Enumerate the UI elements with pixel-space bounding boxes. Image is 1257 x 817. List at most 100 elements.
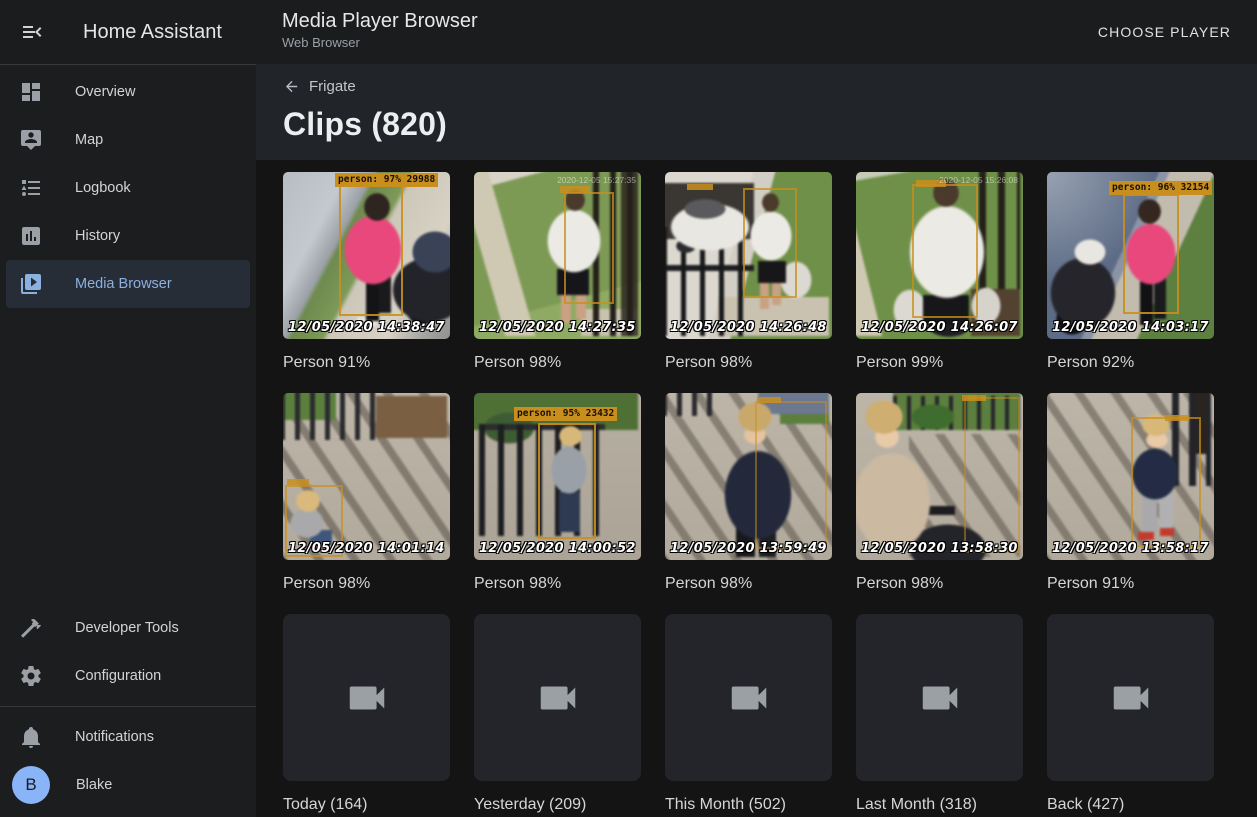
clip-thumbnail[interactable]: person: 97% 29988 12/05/2020 14:38:47 [283,172,450,339]
clip-caption: Person 91% [1047,573,1214,595]
clip-timestamp: 12/05/2020 14:27:35 [479,320,636,336]
page-title: Media Player Browser [282,9,478,34]
sidebar-item-label: Map [75,132,103,148]
sidebar-item-label: Configuration [75,668,161,684]
clip-card[interactable]: person: 97% 29988 12/05/2020 14:38:47 Pe… [283,172,450,374]
tooltip-account-icon [19,128,43,152]
clip-card[interactable]: 12/05/2020 14:26:48 Person 98% [665,172,832,374]
breadcrumb[interactable]: Frigate [283,78,356,95]
sidebar-item-overview[interactable]: Overview [6,68,250,116]
clip-thumbnail[interactable]: 12/05/2020 13:58:17 [1047,393,1214,560]
sidebar-item-label: Media Browser [75,276,172,292]
sidebar-item-notifications[interactable]: Notifications [6,713,250,761]
detection-bbox [1131,417,1201,547]
clip-thumbnail[interactable]: person: 95% 23432 12/05/2020 14:00:52 [474,393,641,560]
media-grid: person: 97% 29988 12/05/2020 14:38:47 Pe… [283,172,1257,816]
clip-thumbnail[interactable]: 12/05/2020 14:01:14 [283,393,450,560]
clip-thumbnail[interactable]: 2020-12-05 15:26:08 12/05/2020 14:26:07 [856,172,1023,339]
list-icon [19,176,43,200]
sidebar-user-profile[interactable]: B Blake [6,761,250,809]
clip-thumbnail[interactable]: 2020-12-05 15:27:35 12/05/2020 14:27:35 [474,172,641,339]
clip-thumbnail[interactable]: 12/05/2020 14:26:48 [665,172,832,339]
sidebar-item-label: Developer Tools [75,620,179,636]
sidebar-divider [0,706,256,707]
clip-thumbnail[interactable]: 12/05/2020 13:58:30 [856,393,1023,560]
clip-caption: Person 98% [474,352,641,374]
page-heading: Clips (820) [283,106,1257,143]
detection-label [1165,415,1189,421]
menu-toggle-icon[interactable] [20,20,44,44]
detection-bbox [755,401,827,549]
detection-label: person: 95% 23432 [514,407,617,421]
detection-label [287,479,309,485]
clip-thumbnail[interactable]: 12/05/2020 13:59:49 [665,393,832,560]
folder-caption: Back (427) [1047,794,1214,816]
folder-thumbnail[interactable] [474,614,641,781]
clip-card[interactable]: 12/05/2020 13:59:49 Person 98% [665,393,832,595]
clip-card[interactable]: 2020-12-05 15:27:35 12/05/2020 14:27:35 … [474,172,641,374]
folder-card[interactable]: Back (427) [1047,614,1214,816]
sidebar-item-media-browser[interactable]: Media Browser [6,260,250,308]
sidebar-item-map[interactable]: Map [6,116,250,164]
folder-caption: This Month (502) [665,794,832,816]
hammer-icon [19,616,43,640]
breadcrumb-label: Frigate [309,78,356,95]
folder-thumbnail[interactable] [283,614,450,781]
video-camera-icon [1108,675,1154,721]
folder-thumbnail[interactable] [665,614,832,781]
clip-caption: Person 98% [665,573,832,595]
detection-label [962,395,986,401]
sidebar-item-history[interactable]: History [6,212,250,260]
clip-caption: Person 98% [856,573,1023,595]
clip-card[interactable]: 12/05/2020 13:58:30 Person 98% [856,393,1023,595]
folder-caption: Yesterday (209) [474,794,641,816]
detection-bbox [339,184,403,316]
detection-bbox [538,423,596,539]
detection-label [757,397,781,403]
clip-caption: Person 99% [856,352,1023,374]
detection-bbox [912,184,978,318]
clip-caption: Person 98% [283,573,450,595]
sidebar-item-label: Overview [75,84,135,100]
detection-label [560,186,590,193]
folder-caption: Last Month (318) [856,794,1023,816]
folder-card[interactable]: This Month (502) [665,614,832,816]
clip-thumbnail[interactable]: person: 96% 32154 12/05/2020 14:03:17 [1047,172,1214,339]
bell-icon [19,725,43,749]
sidebar-item-logbook[interactable]: Logbook [6,164,250,212]
app-bar: Home Assistant Media Player Browser Web … [0,0,1257,64]
clip-card[interactable]: person: 96% 32154 12/05/2020 14:03:17 Pe… [1047,172,1214,374]
clip-timestamp: 12/05/2020 14:00:52 [479,541,636,557]
gear-icon [19,664,43,688]
clip-caption: Person 91% [283,352,450,374]
folder-thumbnail[interactable] [856,614,1023,781]
choose-player-button[interactable]: CHOOSE PLAYER [1090,16,1239,48]
sidebar-item-developer-tools[interactable]: Developer Tools [6,604,250,652]
view-dashboard-icon [19,80,43,104]
folder-card[interactable]: Yesterday (209) [474,614,641,816]
clip-timestamp: 12/05/2020 13:59:49 [670,541,827,557]
drawer-header: Home Assistant [0,0,256,64]
folder-card[interactable]: Last Month (318) [856,614,1023,816]
app-title: Home Assistant [83,21,222,44]
sidebar-item-configuration[interactable]: Configuration [6,652,250,700]
video-camera-icon [917,675,963,721]
clip-caption: Person 98% [474,573,641,595]
clip-caption: Person 98% [665,352,832,374]
sidebar: Overview Map Logbook History Media Brows… [0,64,256,817]
clip-timestamp: 12/05/2020 14:26:48 [670,320,827,336]
clip-card[interactable]: 12/05/2020 13:58:17 Person 91% [1047,393,1214,595]
sidebar-item-label: Notifications [75,729,154,745]
folder-thumbnail[interactable] [1047,614,1214,781]
page-title-block: Media Player Browser Web Browser [282,9,478,51]
clip-timestamp: 12/05/2020 13:58:17 [1052,541,1209,557]
camera-timestamp: 2020-12-05 15:26:08 [939,175,1018,185]
clip-card[interactable]: person: 95% 23432 12/05/2020 14:00:52 Pe… [474,393,641,595]
clip-card[interactable]: 12/05/2020 14:01:14 Person 98% [283,393,450,595]
folder-card[interactable]: Today (164) [283,614,450,816]
play-box-multiple-icon [19,272,43,296]
detection-bbox [564,192,614,304]
clip-card[interactable]: 2020-12-05 15:26:08 12/05/2020 14:26:07 … [856,172,1023,374]
media-grid-scroll[interactable]: person: 97% 29988 12/05/2020 14:38:47 Pe… [256,160,1257,817]
main-content: Frigate Clips (820) person: 97% 29988 12… [256,64,1257,817]
